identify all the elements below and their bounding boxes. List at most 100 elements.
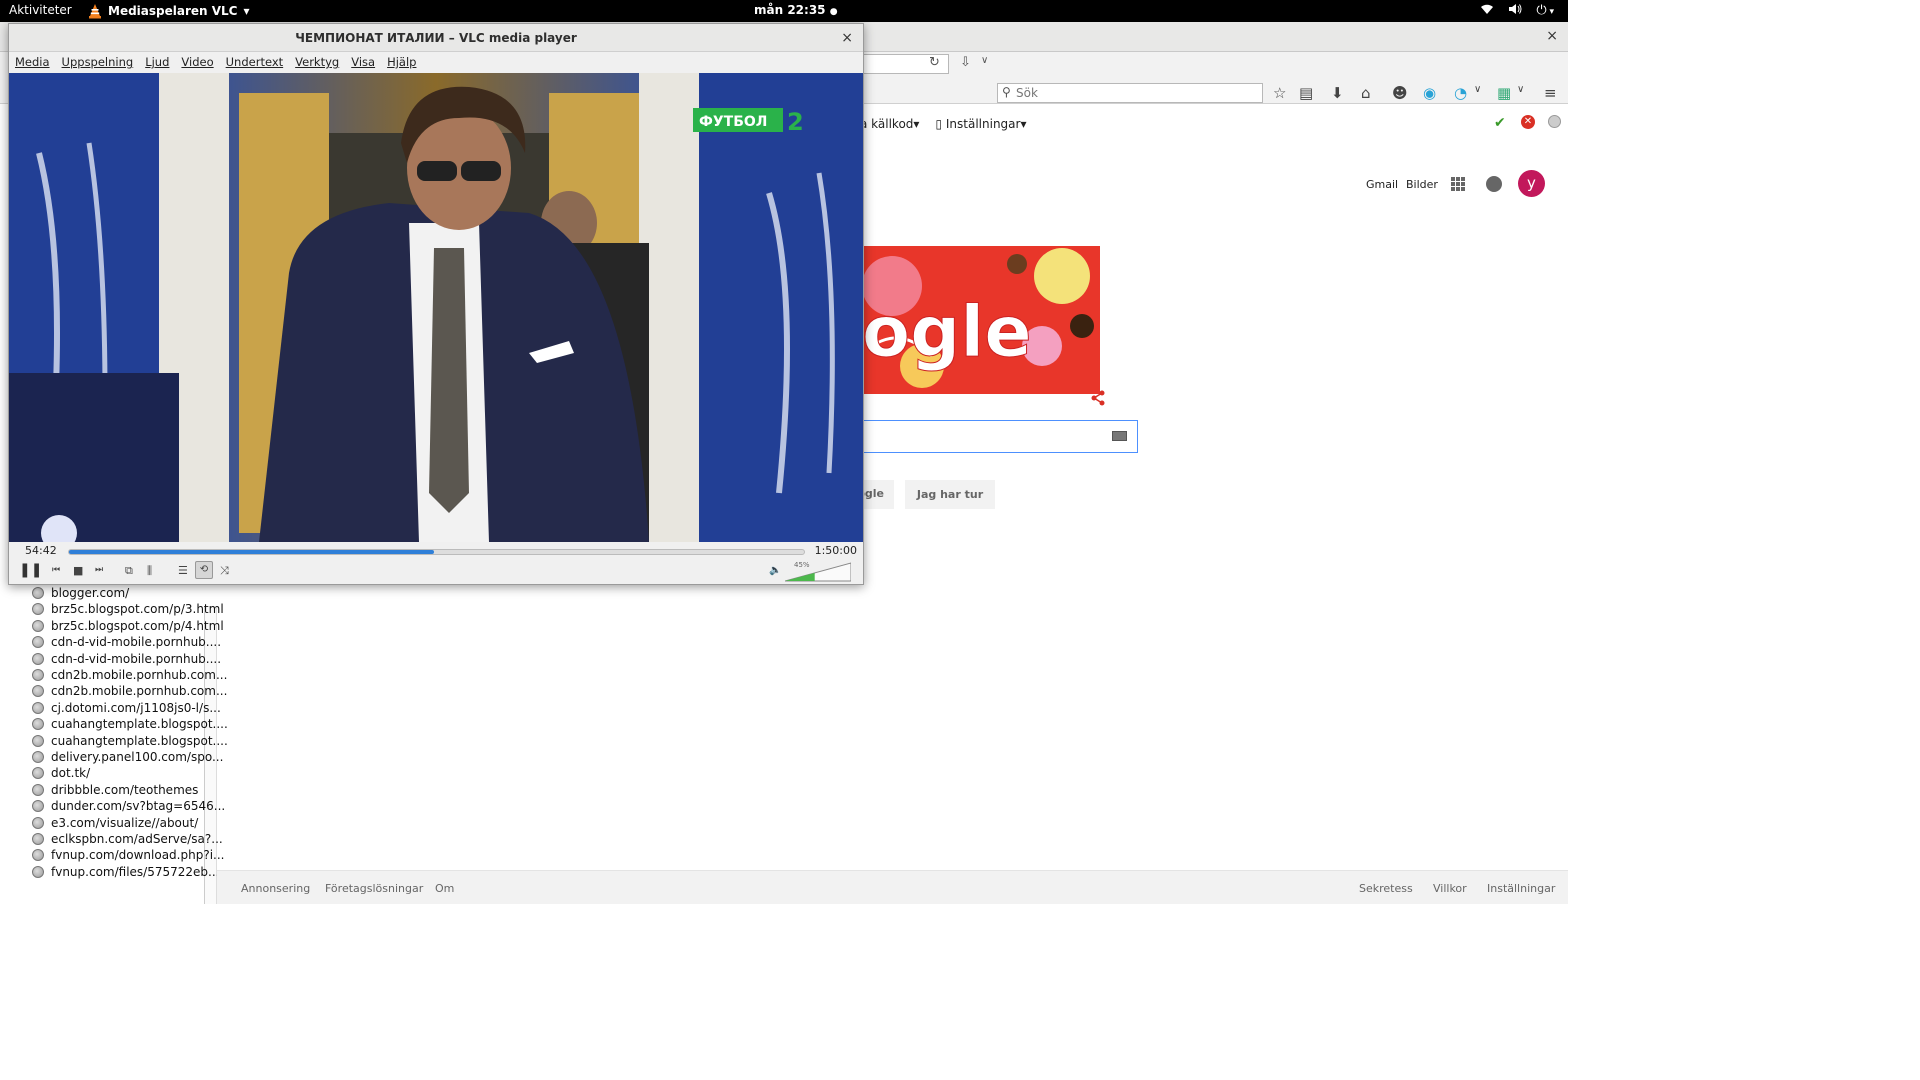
seek-progress: [69, 550, 435, 554]
menu-playback[interactable]: Uppspelning: [56, 52, 140, 73]
history-item[interactable]: blogger.com/: [32, 586, 129, 600]
download-icon[interactable]: ⇩: [960, 55, 971, 70]
chat-icon[interactable]: ☻: [1392, 84, 1408, 102]
history-item-label: e3.com/visualize//about/: [51, 815, 199, 830]
apps-grid-icon[interactable]: [1451, 177, 1465, 191]
history-item-label: cdn-d-vid-mobile.pornhub....: [51, 651, 222, 666]
next-button[interactable]: ⏭: [95, 565, 103, 575]
history-item[interactable]: cdn2b.mobile.pornhub.com...: [32, 684, 227, 698]
app-menu[interactable]: Mediaspelaren VLC ▾: [88, 3, 250, 19]
history-item-label: cdn2b.mobile.pornhub.com...: [51, 684, 228, 699]
share-icon[interactable]: [1090, 390, 1106, 410]
pause-button[interactable]: ❚❚: [19, 562, 42, 578]
clock[interactable]: mån 22:35 ●: [754, 3, 838, 17]
images-link[interactable]: Bilder: [1406, 178, 1438, 191]
lucky-button[interactable]: Jag har tur: [905, 480, 995, 509]
menu-subtitle[interactable]: Undertext: [220, 52, 290, 73]
close-icon[interactable]: ✕: [1521, 115, 1535, 129]
history-item[interactable]: fvnup.com/download.php?i...: [32, 848, 224, 862]
history-item[interactable]: brz5c.blogspot.com/p/4.html: [32, 619, 224, 633]
history-item[interactable]: dribbble.com/teothemes: [32, 783, 198, 797]
footer-link[interactable]: Inställningar: [1487, 882, 1555, 895]
bookmark-star-icon[interactable]: ☆: [1273, 84, 1286, 102]
menu-tools[interactable]: Verktyg: [289, 52, 345, 73]
notification-bell-icon[interactable]: [1486, 176, 1502, 192]
search-input[interactable]: ⚲ Sök: [997, 83, 1263, 103]
keyboard-icon[interactable]: [1112, 431, 1127, 441]
history-item[interactable]: cuahangtemplate.blogspot....: [32, 734, 228, 748]
avatar[interactable]: y: [1518, 170, 1545, 197]
fullscreen-button[interactable]: ⧉: [125, 564, 133, 578]
chevron-down-icon[interactable]: ∨: [981, 55, 988, 66]
menu-audio[interactable]: Ljud: [139, 52, 175, 73]
system-tray[interactable]: ⏻ ▾: [1480, 3, 1554, 19]
history-item[interactable]: cdn-d-vid-mobile.pornhub....: [32, 652, 221, 666]
history-item-label: cuahangtemplate.blogspot....: [51, 717, 228, 732]
bookmarks-list-icon[interactable]: ▤: [1299, 84, 1313, 102]
history-item[interactable]: dot.tk/: [32, 766, 90, 780]
globe-icon: [32, 603, 44, 616]
history-item[interactable]: delivery.panel100.com/spo...: [32, 750, 223, 764]
footer-link[interactable]: Företagslösningar: [325, 882, 423, 895]
extended-settings-button[interactable]: ⫼: [147, 564, 152, 578]
bookmark-item[interactable]: a källkod▾: [860, 117, 919, 131]
volume-percent: 45%: [794, 561, 810, 569]
footer-link[interactable]: Villkor: [1433, 882, 1467, 895]
google-doodle[interactable]: ogle: [862, 246, 1100, 394]
reload-icon[interactable]: ↻: [929, 55, 940, 70]
history-item[interactable]: e3.com/visualize//about/: [32, 816, 198, 830]
volume-slider[interactable]: 45%: [785, 561, 851, 582]
gmail-link[interactable]: Gmail: [1366, 178, 1398, 191]
menu-video[interactable]: Video: [175, 52, 219, 73]
shuffle-button[interactable]: ⤨: [220, 564, 229, 578]
google-search-input[interactable]: [862, 420, 1138, 453]
video-frame: ФУТБОЛ 2: [9, 73, 863, 542]
wifi-icon: [1480, 3, 1494, 19]
vlc-cone-icon: [88, 3, 102, 19]
check-icon[interactable]: ✔: [1494, 115, 1506, 131]
menu-view[interactable]: Visa: [345, 52, 381, 73]
history-item-label: cdn-d-vid-mobile.pornhub....: [51, 635, 222, 650]
chevron-down-icon[interactable]: ∨: [1517, 84, 1524, 95]
hamburger-menu-icon[interactable]: ≡: [1544, 84, 1557, 102]
footer-link[interactable]: Om: [435, 882, 454, 895]
loop-button[interactable]: ⟲: [195, 561, 213, 579]
footer-link[interactable]: Sekretess: [1359, 882, 1413, 895]
speaker-icon[interactable]: 🔈: [769, 565, 781, 576]
sync-icon[interactable]: ◉: [1423, 84, 1436, 102]
history-item-label: blogger.com/: [51, 586, 130, 600]
history-item[interactable]: cj.dotomi.com/j1108js0-l/s...: [32, 701, 221, 715]
stop-button[interactable]: ■: [73, 564, 83, 577]
globe-icon: [32, 718, 44, 731]
globe-icon: [32, 636, 44, 649]
chevron-down-icon[interactable]: ∨: [1474, 84, 1481, 95]
menu-help[interactable]: Hjälp: [381, 52, 422, 73]
channel-number: 2: [787, 108, 804, 136]
bookmark-item[interactable]: ▯ Inställningar▾: [935, 117, 1026, 131]
history-item[interactable]: cuahangtemplate.blogspot....: [32, 717, 228, 731]
activities-button[interactable]: Aktiviteter: [9, 3, 72, 17]
addon-icon[interactable]: ◔: [1454, 84, 1467, 102]
extension-icon[interactable]: ▦: [1497, 84, 1511, 102]
previous-button[interactable]: ⏮: [52, 565, 60, 575]
status-circle-icon[interactable]: [1548, 115, 1561, 128]
video-area[interactable]: ФУТБОЛ 2: [9, 73, 863, 542]
playlist-button[interactable]: ☰: [178, 564, 188, 577]
globe-icon: [32, 849, 44, 862]
close-button[interactable]: ×: [841, 24, 853, 52]
history-item[interactable]: dunder.com/sv?btag=6546...: [32, 799, 225, 813]
seek-slider[interactable]: [68, 549, 805, 555]
close-button[interactable]: ×: [1546, 28, 1558, 44]
globe-icon: [32, 816, 44, 829]
globe-icon: [32, 865, 44, 878]
home-icon[interactable]: ⌂: [1361, 84, 1371, 102]
history-item[interactable]: cdn-d-vid-mobile.pornhub....: [32, 635, 221, 649]
footer-link[interactable]: Annonsering: [241, 882, 310, 895]
menu-media[interactable]: Media: [9, 52, 56, 73]
history-item[interactable]: brz5c.blogspot.com/p/3.html: [32, 602, 224, 616]
history-item[interactable]: cdn2b.mobile.pornhub.com...: [32, 668, 227, 682]
downloads-icon[interactable]: ⬇: [1331, 84, 1344, 102]
history-item[interactable]: fvnup.com/files/575722eb...: [32, 865, 219, 879]
history-item[interactable]: eclkspbn.com/adServe/sa?...: [32, 832, 223, 846]
globe-icon: [32, 734, 44, 747]
